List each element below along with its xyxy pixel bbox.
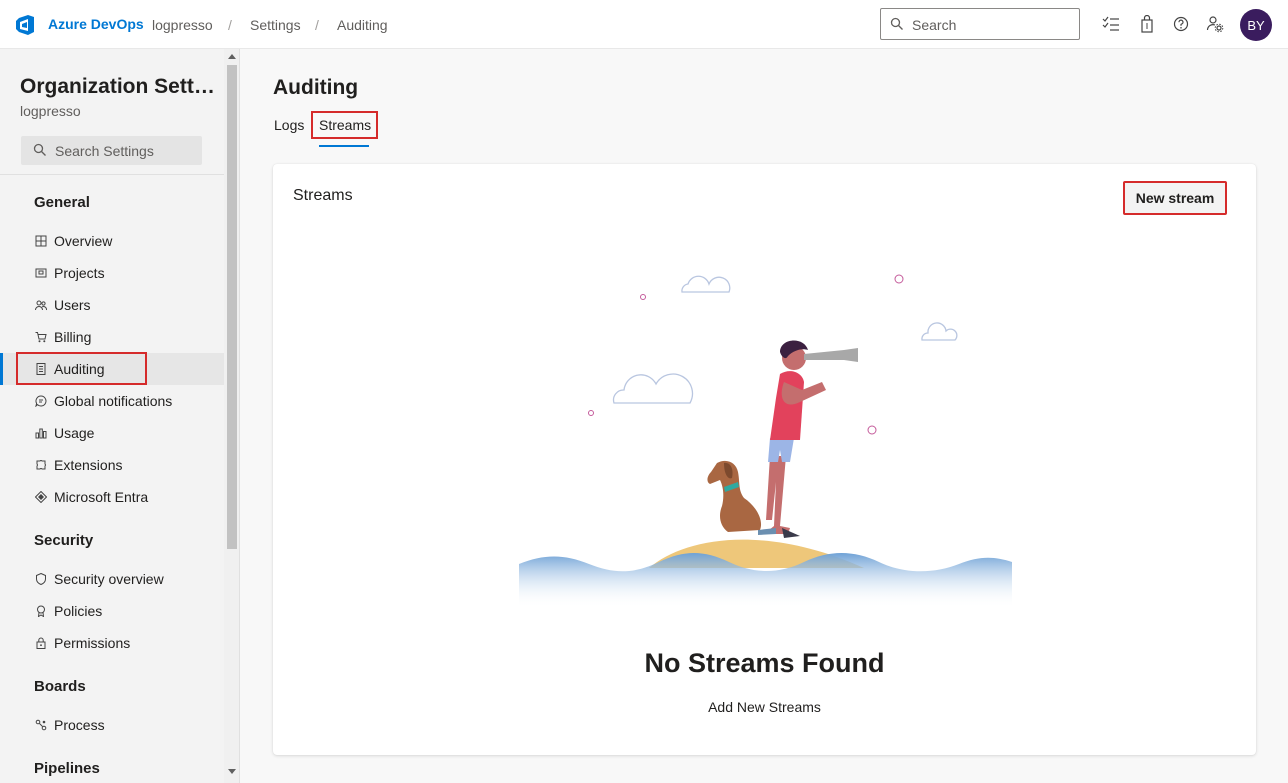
breadcrumb-settings[interactable]: Settings xyxy=(250,17,301,33)
sidebar-item-usage[interactable]: Usage xyxy=(0,417,224,449)
sidebar-item-users[interactable]: Users xyxy=(0,289,224,321)
page-title: Auditing xyxy=(273,76,359,99)
global-search[interactable] xyxy=(880,8,1080,40)
users-icon xyxy=(35,300,47,311)
streams-card: Streams New stream No Streams Found Add … xyxy=(273,164,1256,755)
settings-search[interactable] xyxy=(21,136,202,165)
breadcrumb-separator: / xyxy=(315,17,319,33)
sidebar-item-label: Billing xyxy=(54,329,92,345)
sidebar-item-label: Projects xyxy=(54,265,105,281)
organization-name: logpresso xyxy=(20,103,81,119)
top-bar: Azure DevOps logpresso / Settings / Audi… xyxy=(0,0,1288,49)
sidebar-item-label: Overview xyxy=(54,233,113,249)
shield-icon xyxy=(36,573,46,585)
sidebar-item-label: Usage xyxy=(54,425,95,441)
notifications-icon xyxy=(35,395,47,407)
bubble-shape xyxy=(867,425,877,435)
user-settings-icon[interactable] xyxy=(1206,15,1224,33)
person-torso-shape xyxy=(770,371,804,440)
scroll-up-arrow-icon[interactable] xyxy=(228,54,236,59)
telescope-shape xyxy=(804,348,858,362)
sidebar-item-billing[interactable]: Billing xyxy=(0,321,224,353)
new-stream-button[interactable]: New stream xyxy=(1123,181,1227,215)
sidebar-divider xyxy=(0,174,224,175)
breadcrumb-organization[interactable]: logpresso xyxy=(152,17,213,33)
sidebar-item-permissions[interactable]: Permissions xyxy=(0,627,224,659)
sidebar-item-label: Security overview xyxy=(54,571,164,587)
cart-icon xyxy=(35,332,47,343)
sidebar-item-label: Process xyxy=(54,717,105,733)
entra-icon xyxy=(35,491,47,503)
card-title: Streams xyxy=(293,187,353,204)
empty-state-title: No Streams Found xyxy=(644,648,885,678)
empty-state-illustration xyxy=(519,274,1012,608)
projects-icon xyxy=(35,268,47,278)
sidebar-item-label: Permissions xyxy=(54,635,131,651)
bubble-shape xyxy=(640,294,646,300)
sidebar-item-overview[interactable]: Overview xyxy=(0,225,224,257)
scroll-thumb[interactable] xyxy=(227,65,237,549)
sidebar-item-process[interactable]: Process xyxy=(0,709,224,741)
sidebar-item-global-notifications[interactable]: Global notifications xyxy=(0,385,224,417)
shoe-shape xyxy=(782,528,800,538)
avatar[interactable]: BY xyxy=(1240,9,1272,41)
streams-tab-highlight-box xyxy=(311,111,378,139)
lock-icon xyxy=(36,637,46,649)
section-boards: Boards xyxy=(34,678,86,695)
azure-devops-logo-icon[interactable] xyxy=(14,14,36,36)
policies-icon xyxy=(37,605,45,617)
usage-icon xyxy=(35,428,47,439)
bubble-shape xyxy=(894,274,904,284)
help-icon[interactable] xyxy=(1172,15,1190,33)
sidebar-item-label: Users xyxy=(54,297,91,313)
sidebar-item-projects[interactable]: Projects xyxy=(0,257,224,289)
auditing-highlight-box xyxy=(16,352,147,385)
shoe-shape xyxy=(758,528,776,535)
cloud-shape xyxy=(921,322,958,341)
cloud-shape xyxy=(612,373,694,404)
scroll-down-arrow-icon[interactable] xyxy=(228,769,236,774)
sidebar-item-extensions[interactable]: Extensions xyxy=(0,449,224,481)
dog-shape xyxy=(707,460,762,532)
brand-link[interactable]: Azure DevOps xyxy=(48,16,144,32)
sidebar-item-label: Global notifications xyxy=(54,393,173,409)
sidebar-item-label: Policies xyxy=(54,603,103,619)
breadcrumb-auditing[interactable]: Auditing xyxy=(337,17,388,33)
sidebar-scrollbar[interactable] xyxy=(224,49,240,783)
sidebar: Organization Settin... logpresso General… xyxy=(0,49,224,783)
cloud-shape xyxy=(681,275,731,293)
task-list-icon[interactable] xyxy=(1102,15,1120,33)
overview-icon xyxy=(35,235,47,247)
process-icon xyxy=(35,719,47,731)
section-security: Security xyxy=(34,532,94,549)
selected-tab-indicator xyxy=(319,145,369,147)
extensions-icon xyxy=(36,460,46,470)
search-icon xyxy=(890,17,903,30)
breadcrumb-separator: / xyxy=(228,17,232,33)
tab-logs[interactable]: Logs xyxy=(274,117,304,133)
shopping-bag-icon[interactable] xyxy=(1138,15,1156,33)
sidebar-item-label: Extensions xyxy=(54,457,123,473)
section-general: General xyxy=(34,194,90,211)
sidebar-item-security-overview[interactable]: Security overview xyxy=(0,563,224,595)
empty-state-subtitle: Add New Streams xyxy=(708,699,821,715)
person-legs-shape xyxy=(764,456,790,534)
sidebar-item-policies[interactable]: Policies xyxy=(0,595,224,627)
bubble-shape xyxy=(588,410,594,416)
person-arm-shape xyxy=(781,382,826,405)
search-icon xyxy=(33,143,46,156)
settings-search-input[interactable] xyxy=(55,141,195,161)
sidebar-item-microsoft-entra[interactable]: Microsoft Entra xyxy=(0,481,224,513)
search-input[interactable] xyxy=(912,15,1072,35)
organization-settings-title: Organization Settin... xyxy=(20,75,220,98)
section-pipelines: Pipelines xyxy=(34,760,100,777)
sidebar-item-label: Microsoft Entra xyxy=(54,489,149,505)
